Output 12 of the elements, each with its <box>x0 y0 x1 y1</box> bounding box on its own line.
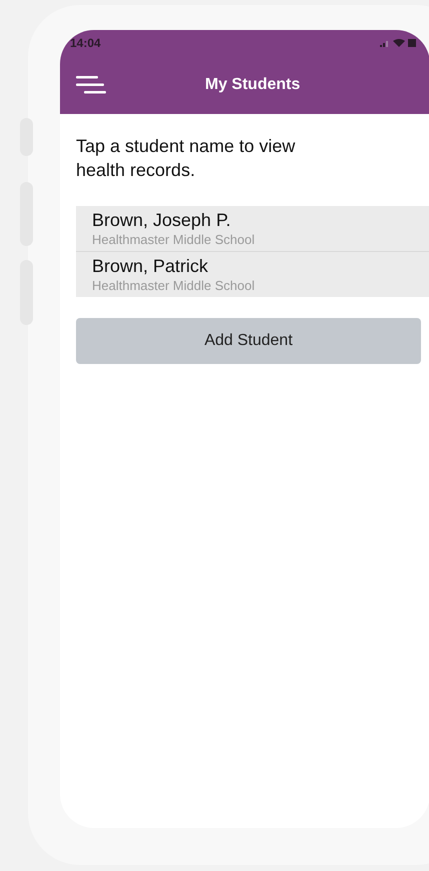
instructions-text: Tap a student name to view health records. <box>76 135 296 182</box>
student-row[interactable]: Brown, Joseph P. Healthmaster Middle School <box>76 206 429 251</box>
student-name: Brown, Joseph P. <box>92 209 232 231</box>
student-name: Brown, Patrick <box>92 255 210 277</box>
screen-title: My Students <box>205 75 300 95</box>
menu-icon[interactable] <box>76 75 106 95</box>
school-name: Healthmaster Middle School <box>92 277 256 294</box>
add-student-button[interactable]: Add Student <box>76 318 421 364</box>
school-name: Healthmaster Middle School <box>92 231 256 248</box>
status-icons <box>380 38 416 48</box>
status-time: 14:04 <box>70 35 101 52</box>
student-row[interactable]: Brown, Patrick Healthmaster Middle School <box>76 251 429 297</box>
